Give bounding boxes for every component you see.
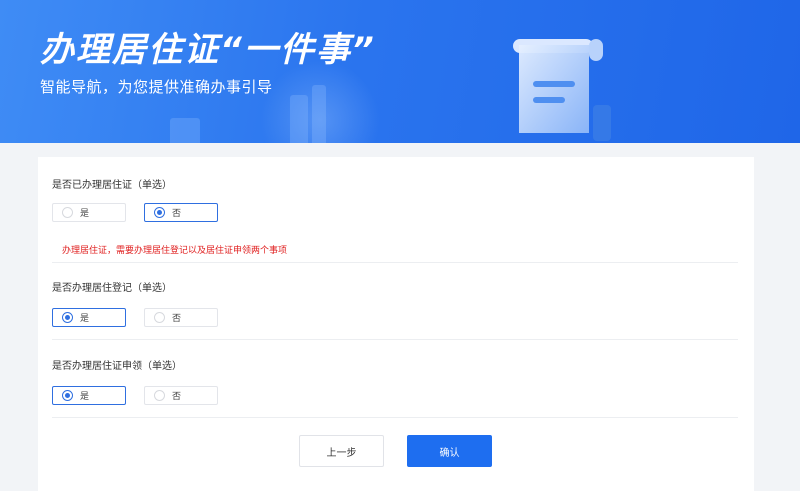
divider xyxy=(52,417,738,418)
question-1-hint: 办理居住证，需要办理居住登记以及居住证申领两个事项 xyxy=(62,246,288,256)
radio-checked-icon xyxy=(62,312,73,323)
page-title: 办理居住证“一件事” xyxy=(40,30,376,70)
banner-building-3 xyxy=(170,118,200,143)
option-label: 是 xyxy=(80,209,90,219)
question-2-option-yes[interactable]: 是 xyxy=(52,308,126,327)
option-label: 否 xyxy=(172,392,182,402)
question-3-option-yes[interactable]: 是 xyxy=(52,386,126,405)
option-label: 否 xyxy=(172,209,182,219)
radio-circle-icon xyxy=(62,207,73,218)
question-1-option-yes[interactable]: 是 xyxy=(52,203,126,222)
page-subtitle: 智能导航，为您提供准确办事引导 xyxy=(40,78,273,96)
divider xyxy=(52,339,738,340)
radio-checked-icon xyxy=(154,207,165,218)
radio-checked-icon xyxy=(62,390,73,401)
radio-circle-icon xyxy=(154,390,165,401)
banner-building-1 xyxy=(290,95,308,143)
option-label: 是 xyxy=(80,314,90,324)
form-card: 是否已办理居住证（单选） 是 否 办理居住证，需要办理居住登记以及居住证申领两个… xyxy=(38,157,754,491)
banner-building-2 xyxy=(312,85,326,143)
confirm-button[interactable]: 确认 xyxy=(407,435,492,467)
previous-step-button[interactable]: 上一步 xyxy=(299,435,384,467)
question-3-label: 是否办理居住证申领（单选） xyxy=(52,361,182,372)
header-banner: 办理居住证“一件事” 智能导航，为您提供准确办事引导 xyxy=(0,0,800,143)
question-2-option-no[interactable]: 否 xyxy=(144,308,218,327)
question-3-option-no[interactable]: 否 xyxy=(144,386,218,405)
document-scroll-icon xyxy=(513,39,611,141)
question-1-option-no[interactable]: 否 xyxy=(144,203,218,222)
question-2-label: 是否办理居住登记（单选） xyxy=(52,283,172,294)
radio-circle-icon xyxy=(154,312,165,323)
question-1-label: 是否已办理居住证（单选） xyxy=(52,180,172,191)
option-label: 否 xyxy=(172,314,182,324)
option-label: 是 xyxy=(80,392,90,402)
divider xyxy=(52,262,738,263)
